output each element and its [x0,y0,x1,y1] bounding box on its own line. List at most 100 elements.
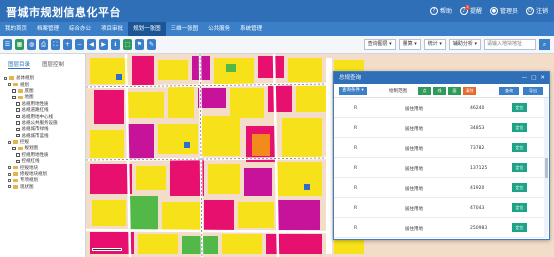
clear-drawing-button[interactable]: 清除 [463,87,476,95]
select-icon[interactable]: ⬚ [123,39,132,50]
query-layer-dropdown[interactable]: 查询图层 ▾ [363,39,396,50]
layer-checkbox[interactable] [16,153,20,157]
nav-system[interactable]: 系统管理 [235,22,267,36]
locate-button[interactable]: 定位 [512,123,527,132]
land-code-cell: R [354,226,358,231]
nav-archives[interactable]: 档案管理 [32,22,64,36]
nav-public-service[interactable]: 公共服务 [203,22,235,36]
expand-toggle-icon[interactable] [4,76,7,80]
layer-checkbox[interactable] [16,127,20,132]
layer-checkbox[interactable] [16,102,20,106]
land-type-cell: 居住用地 [405,167,423,172]
locate-button[interactable]: 定位 [512,143,527,152]
measure-dropdown[interactable]: 量算 ▾ [398,39,421,50]
layer-checkbox[interactable] [16,114,20,119]
folder-icon [17,95,23,100]
statistics-dropdown[interactable]: 统计 ▾ [423,39,446,50]
layer-checkbox[interactable] [16,133,20,138]
clear-icon[interactable]: ✎ [147,39,156,50]
folder-icon [13,185,18,189]
help-button[interactable]: ? 帮助 [429,6,452,15]
land-code-cell: R [354,206,358,211]
land-type-cell: 居住用地 [405,227,423,232]
nav-home[interactable]: 我的首页 [0,22,32,36]
layer-checkbox[interactable] [12,89,16,93]
locate-button[interactable]: 定位 [512,203,527,212]
identify-icon[interactable]: ℹ [111,39,120,50]
tree-node[interactable]: 现状图 [4,184,81,190]
sidebar-tabs: 图层目录 图层控制 [0,54,85,71]
zoom-out-icon[interactable]: − [75,39,84,50]
table-row: R 居住用地 250983 定位 [334,218,545,238]
locate-button[interactable]: 定位 [512,183,527,192]
locate-button[interactable]: 定位 [512,163,527,172]
address-search-input[interactable]: 请输入地块地址 [484,39,536,50]
zoom-in-icon[interactable]: + [63,39,72,50]
user-menu-button[interactable]: ● 管理员 [489,6,518,15]
draw-line-button[interactable]: 线 [433,87,446,95]
results-scrollbar[interactable] [544,98,548,238]
folder-icon [13,82,18,87]
query-button[interactable]: 查询 [499,87,519,95]
layers-icon[interactable]: ▦ [15,39,24,50]
area-cell: 73782 [470,146,485,151]
expand-toggle-icon[interactable] [8,83,11,87]
land-type-cell: 居住用地 [405,207,423,212]
app-title: 晋城市规划信息化平台 [6,6,121,19]
draw-point-button[interactable]: 点 [418,87,431,95]
tree-node-label: 控规红线 [21,159,40,165]
fullscreen-icon[interactable]: ⛶ [51,39,60,50]
locate-button[interactable]: 定位 [512,223,527,232]
print-icon[interactable]: ⎙ [39,39,48,50]
tab-layer-control[interactable]: 图层控制 [42,60,64,69]
layer-checkbox[interactable] [16,159,20,164]
nav-planning-map[interactable]: 规划一张图 [128,22,166,36]
analysis-dropdown[interactable]: 辅助分析 ▾ [448,39,481,50]
notifications-label: 提醒 [469,8,482,15]
close-icon[interactable]: ✕ [540,72,545,84]
nav-3d-map[interactable]: 三维一张图 [166,22,204,36]
query-condition-dropdown[interactable]: 查询条件 ▾ [339,87,367,95]
minimize-icon[interactable]: — [522,72,528,84]
pan-right-icon[interactable]: ▶ [99,39,108,50]
tree-node-label: 总体规划 [16,76,34,82]
pan-left-icon[interactable]: ◀ [87,39,96,50]
nav-office[interactable]: 综合办公 [64,22,96,36]
logout-button[interactable]: ⏻ 注销 [525,6,548,15]
area-cell: 47043 [470,206,485,211]
expand-toggle-icon[interactable] [8,172,11,176]
bell-icon: ♪ 2 [459,4,470,15]
export-button[interactable]: 导出 [523,87,543,95]
area-cell: 41920 [470,186,485,191]
expand-toggle-icon[interactable] [8,185,11,189]
bookmark-icon[interactable]: ⚑ [135,39,144,50]
layer-checkbox[interactable] [16,121,20,125]
scrollbar-thumb[interactable] [544,158,548,178]
land-code-cell: R [354,126,358,131]
menu-icon[interactable]: ☰ [3,39,12,50]
help-icon: ? [429,6,438,15]
layer-checkbox[interactable] [12,95,16,100]
tree-node-label: 规划图 [24,146,39,152]
header-actions: ? 帮助 ♪ 2 提醒 ● 管理员 ⏻ 注销 [429,4,548,15]
results-table: R 居住用地 46240 定位 R 居住用地 34853 定位 R 居住用地 7… [334,98,545,241]
nav-approval[interactable]: 项目审批 [96,22,128,36]
layer-checkbox[interactable] [16,108,20,112]
expand-toggle-icon[interactable] [8,166,11,170]
layer-checkbox[interactable] [12,146,16,151]
maximize-icon[interactable]: □ [531,72,536,84]
query-actions: 查询 导出 [499,87,543,95]
notifications-button[interactable]: ♪ 2 提醒 [459,4,482,15]
expand-toggle-icon[interactable] [8,178,11,182]
draw-polygon-button[interactable]: 面 [448,87,461,95]
power-icon: ⏻ [525,6,534,15]
locate-button[interactable]: 定位 [512,103,527,112]
panel-window-controls: — □ ✕ [522,72,545,84]
globe-icon[interactable]: ◍ [27,39,36,50]
app-header: 晋城市规划信息化平台 ? 帮助 ♪ 2 提醒 ● 管理员 ⏻ 注销 [0,0,554,22]
search-icon[interactable]: ⌕ [539,39,550,50]
tab-layer-catalog[interactable]: 图层目录 [8,60,31,69]
expand-toggle-icon[interactable] [8,140,11,144]
panel-header[interactable]: 总规查询 — □ ✕ [334,72,549,84]
table-row: R 居住用地 46240 定位 [334,98,545,118]
